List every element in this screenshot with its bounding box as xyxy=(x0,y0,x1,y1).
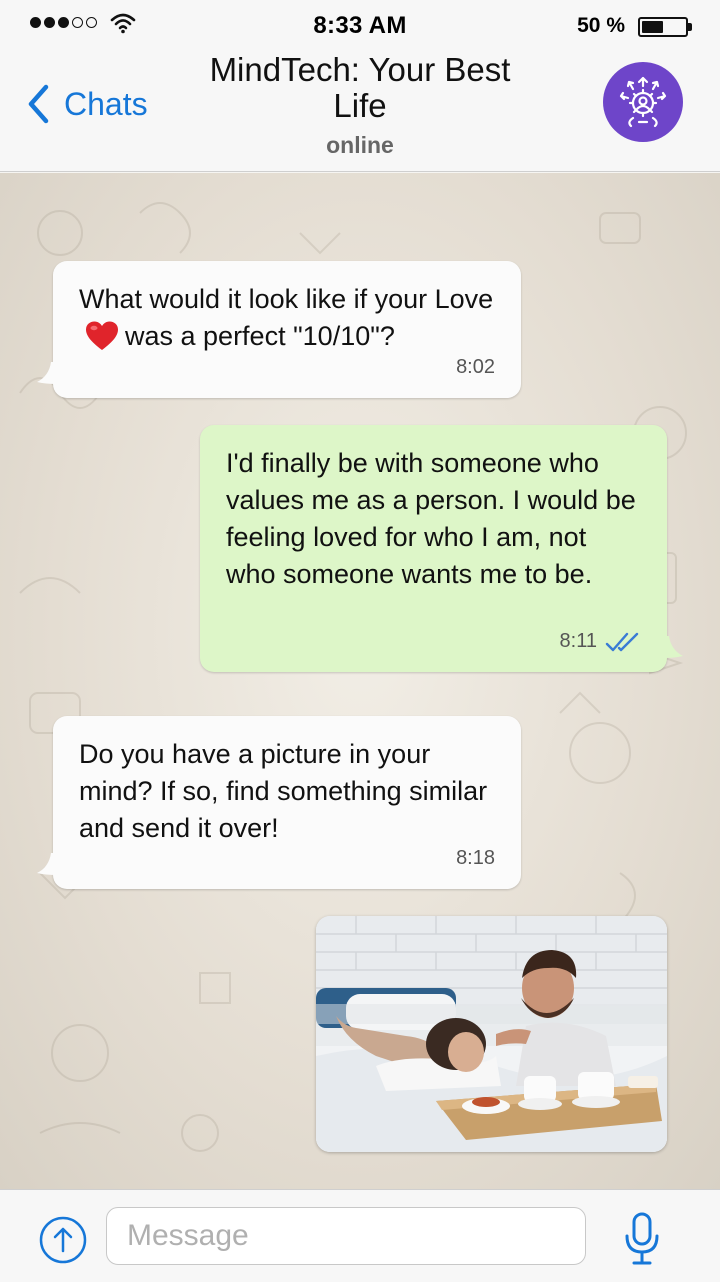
microphone-icon[interactable] xyxy=(622,1210,662,1268)
message-time: 8:18 xyxy=(456,847,495,869)
heart-emoji xyxy=(85,321,119,361)
chat-title-block[interactable]: MindTech: Your Best Life online xyxy=(190,52,530,159)
status-bar: 8:33 AM 50 % xyxy=(0,0,720,52)
double-check-icon xyxy=(605,632,639,651)
contact-avatar[interactable] xyxy=(603,62,683,142)
chat-header: Chats MindTech: Your Best Life online xyxy=(0,52,720,172)
battery-tip xyxy=(688,23,692,31)
chevron-left-icon xyxy=(28,84,49,124)
network-gear-person-icon xyxy=(619,76,667,128)
message-meta: 8:18 xyxy=(456,840,495,877)
message-text: Do you have a picture in your mind? If s… xyxy=(79,739,488,843)
battery-icon xyxy=(638,17,688,37)
bubble-tail xyxy=(37,853,57,875)
message-meta: 8:11 xyxy=(560,623,641,660)
upload-arrow-icon[interactable] xyxy=(38,1215,88,1265)
chat-area[interactable]: What would it look like if your Love was… xyxy=(0,173,720,1189)
back-button[interactable]: Chats xyxy=(24,80,148,128)
message-input[interactable] xyxy=(106,1207,586,1265)
message-time: 8:02 xyxy=(456,356,495,378)
presence-status: online xyxy=(326,132,394,158)
message-bubble-incoming[interactable]: Do you have a picture in your mind? If s… xyxy=(37,716,521,889)
message-bubble-outgoing[interactable]: I'd finally be with someone who values m… xyxy=(200,425,683,672)
chat-title: MindTech: Your Best Life xyxy=(209,51,511,124)
couple-breakfast-photo xyxy=(316,916,667,1152)
back-label: Chats xyxy=(64,85,148,122)
message-bubble-incoming[interactable]: What would it look like if your Love was… xyxy=(37,261,521,398)
bubble-tail xyxy=(37,362,57,384)
composer-bar xyxy=(0,1189,720,1282)
message-text: What would it look like if your Love was… xyxy=(53,261,521,361)
battery-level xyxy=(642,21,663,33)
photo-message[interactable] xyxy=(316,916,667,1152)
battery-percentage: 50 % xyxy=(577,14,625,37)
message-text: I'd finally be with someone who values m… xyxy=(226,448,636,589)
message-meta: 8:02 xyxy=(456,349,495,386)
message-time: 8:11 xyxy=(559,630,597,652)
bubble-tail xyxy=(663,636,683,658)
